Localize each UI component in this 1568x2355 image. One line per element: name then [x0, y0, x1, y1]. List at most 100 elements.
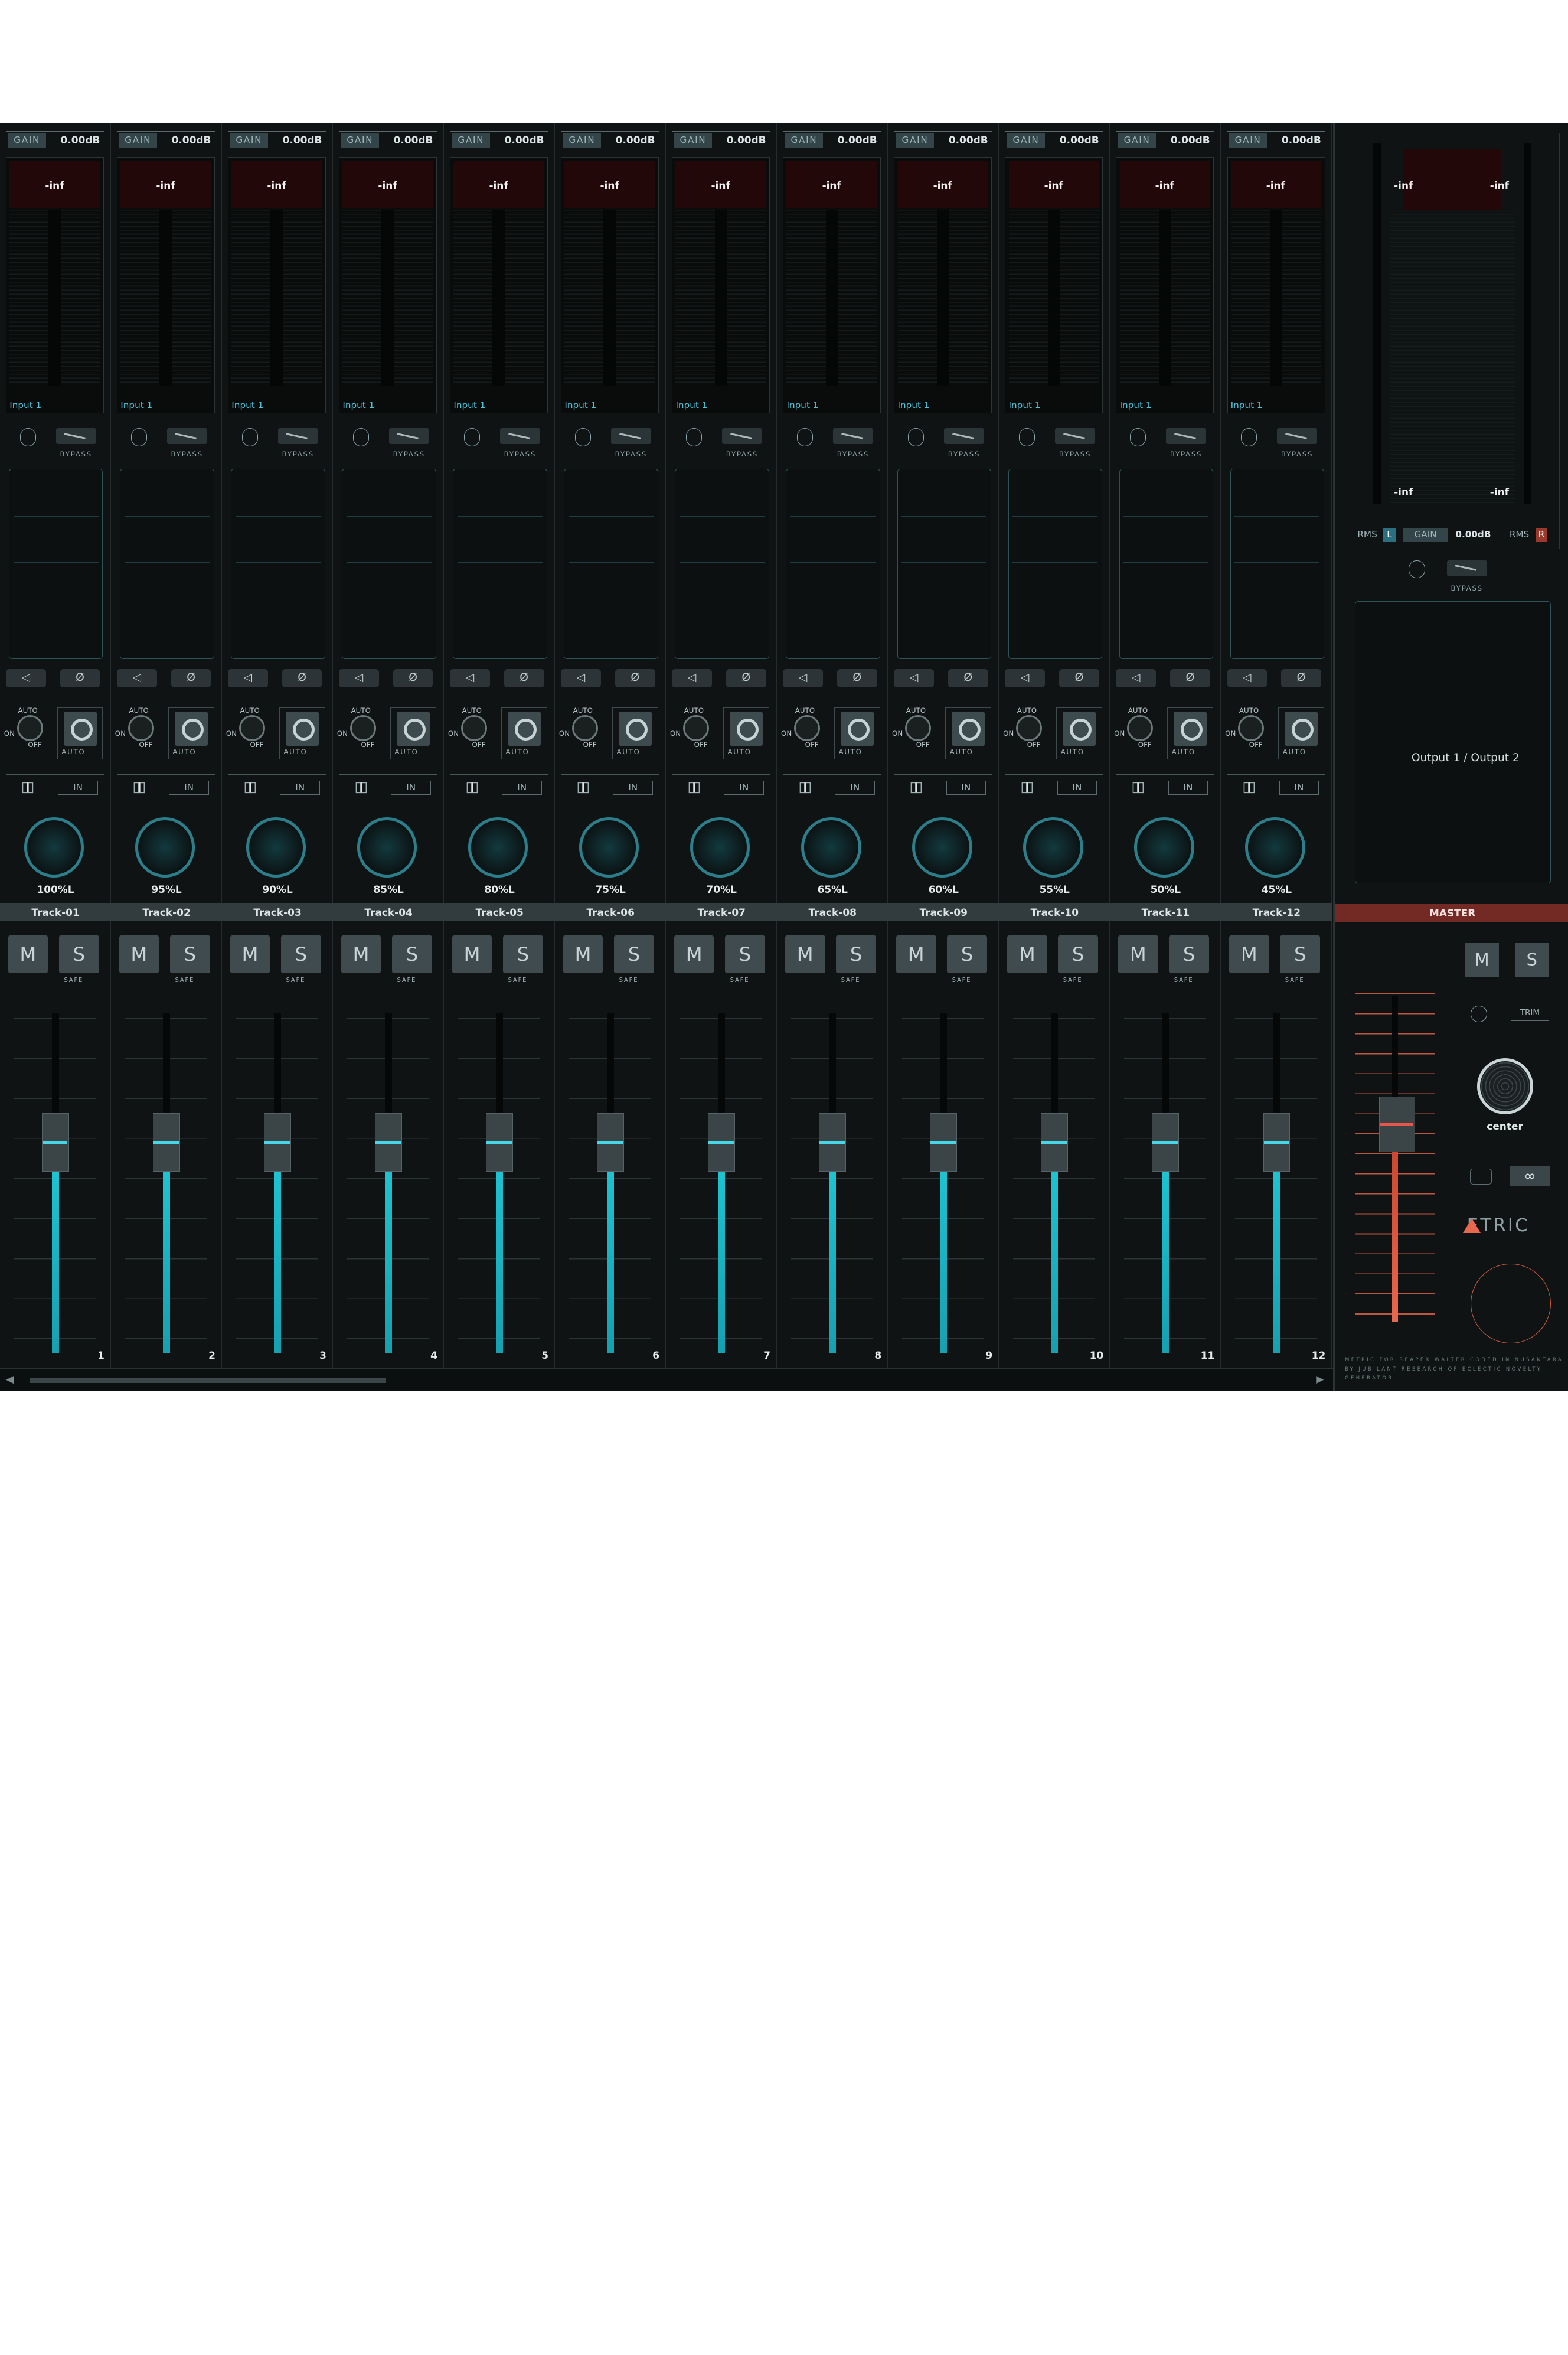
- chip-icon[interactable]: [684, 781, 704, 795]
- trim-button[interactable]: TRIM: [1511, 1006, 1549, 1021]
- bypass-switch[interactable]: [833, 428, 873, 445]
- automation-mode-knob[interactable]: [128, 715, 154, 742]
- phase-invert-icon[interactable]: Ø: [1059, 669, 1099, 687]
- bypass-switch[interactable]: [611, 428, 651, 445]
- track-name[interactable]: Track-05: [444, 903, 556, 922]
- master-pan-knob[interactable]: [1476, 1058, 1533, 1115]
- input-selector[interactable]: Input 1: [9, 400, 41, 410]
- automation-mode-knob[interactable]: [460, 715, 487, 742]
- volume-fader-handle[interactable]: [375, 1113, 402, 1172]
- link-button[interactable]: ∞: [1510, 1166, 1550, 1187]
- pan-knob[interactable]: [24, 817, 84, 878]
- track-name[interactable]: Track-12: [1221, 903, 1332, 922]
- master-rms-l-readout[interactable]: -inf: [1383, 486, 1423, 508]
- record-arm-button[interactable]: [1174, 712, 1207, 746]
- peak-readout[interactable]: -inf: [786, 161, 877, 209]
- pan-knob[interactable]: [912, 817, 972, 878]
- phase-invert-icon[interactable]: Ø: [504, 669, 544, 687]
- fx-toggle-icon[interactable]: [130, 428, 147, 446]
- mute-button[interactable]: M: [119, 935, 159, 974]
- input-selector[interactable]: Input 1: [453, 400, 485, 410]
- automation-mode-knob[interactable]: [17, 715, 43, 742]
- record-arm-button[interactable]: [285, 712, 319, 746]
- bypass-switch[interactable]: [277, 428, 318, 445]
- fx-list[interactable]: [9, 469, 103, 660]
- bypass-switch[interactable]: [55, 428, 96, 445]
- speaker-icon[interactable]: ◁: [228, 669, 268, 687]
- record-arm-button[interactable]: [951, 712, 985, 746]
- horizontal-scrollbar[interactable]: ◀ ▶: [0, 1368, 1334, 1391]
- solo-button[interactable]: S: [281, 935, 321, 974]
- speaker-icon[interactable]: ◁: [894, 669, 935, 687]
- input-selector[interactable]: Input 1: [231, 400, 263, 410]
- chip-icon[interactable]: [351, 781, 371, 795]
- peak-readout[interactable]: -inf: [1230, 161, 1321, 209]
- phase-invert-icon[interactable]: Ø: [615, 669, 655, 687]
- record-arm-button[interactable]: [63, 712, 97, 746]
- fx-list[interactable]: [342, 469, 436, 660]
- automation-mode-knob[interactable]: [1127, 715, 1154, 742]
- phase-invert-icon[interactable]: Ø: [1280, 669, 1321, 687]
- input-monitor-button[interactable]: IN: [613, 781, 654, 795]
- pan-knob[interactable]: [135, 817, 195, 878]
- phase-invert-icon[interactable]: Ø: [948, 669, 988, 687]
- record-arm-button[interactable]: [618, 712, 652, 746]
- mute-button[interactable]: M: [230, 935, 270, 974]
- fx-toggle-icon[interactable]: [241, 428, 259, 446]
- fx-toggle-icon[interactable]: [686, 428, 703, 446]
- fx-toggle-icon[interactable]: [575, 428, 592, 446]
- chip-icon[interactable]: [1128, 781, 1148, 795]
- fx-list[interactable]: [897, 469, 991, 660]
- bypass-switch[interactable]: [388, 428, 429, 445]
- solo-button[interactable]: S: [836, 935, 876, 974]
- input-selector[interactable]: Input 1: [120, 400, 152, 410]
- speaker-icon[interactable]: ◁: [6, 669, 46, 687]
- peak-readout[interactable]: -inf: [231, 161, 322, 209]
- gain-value[interactable]: 0.00dB: [1273, 133, 1321, 148]
- phase-invert-icon[interactable]: Ø: [726, 669, 766, 687]
- solo-button[interactable]: S: [725, 935, 765, 974]
- gain-value[interactable]: 0.00dB: [274, 133, 322, 148]
- track-name[interactable]: Track-04: [333, 903, 445, 922]
- track-name[interactable]: Track-08: [777, 903, 888, 922]
- phase-invert-icon[interactable]: Ø: [60, 669, 100, 687]
- fx-toggle-icon[interactable]: [908, 428, 925, 446]
- track-name[interactable]: Track-07: [666, 903, 778, 922]
- master-rms-r-readout[interactable]: -inf: [1479, 486, 1520, 508]
- input-monitor-button[interactable]: IN: [58, 781, 98, 795]
- record-arm-button[interactable]: [840, 712, 874, 746]
- master-fx-toggle-icon[interactable]: [1409, 560, 1425, 579]
- track-name[interactable]: Track-09: [888, 903, 999, 922]
- peak-readout[interactable]: -inf: [453, 161, 544, 209]
- master-fx-list[interactable]: Output 1 / Output 2: [1354, 601, 1551, 883]
- volume-fader-handle[interactable]: [1152, 1113, 1180, 1172]
- settings-icon[interactable]: [1469, 1168, 1492, 1185]
- gain-value[interactable]: 0.00dB: [829, 133, 877, 148]
- bypass-switch[interactable]: [1277, 428, 1317, 445]
- chip-icon[interactable]: [795, 781, 815, 795]
- pan-knob[interactable]: [690, 817, 750, 878]
- phase-invert-icon[interactable]: Ø: [837, 669, 877, 687]
- fx-toggle-icon[interactable]: [19, 428, 36, 446]
- volume-fader-handle[interactable]: [486, 1113, 513, 1172]
- gain-value[interactable]: 0.00dB: [1162, 133, 1210, 148]
- automation-mode-knob[interactable]: [1016, 715, 1043, 742]
- mute-button[interactable]: M: [1007, 935, 1047, 974]
- input-selector[interactable]: Input 1: [786, 400, 818, 410]
- fx-toggle-icon[interactable]: [352, 428, 370, 446]
- mute-button[interactable]: M: [1118, 935, 1158, 974]
- rms-r-badge[interactable]: R: [1535, 527, 1548, 542]
- chip-icon[interactable]: [1239, 781, 1259, 795]
- input-selector[interactable]: Input 1: [342, 400, 374, 410]
- speaker-icon[interactable]: ◁: [339, 669, 379, 687]
- gain-value[interactable]: 0.00dB: [496, 133, 544, 148]
- record-arm-button[interactable]: [174, 712, 208, 746]
- fx-list[interactable]: [1230, 469, 1324, 660]
- phase-invert-icon[interactable]: Ø: [171, 669, 211, 687]
- solo-button[interactable]: S: [392, 935, 432, 974]
- bypass-switch[interactable]: [722, 428, 762, 445]
- input-selector[interactable]: Input 1: [1009, 400, 1041, 410]
- solo-button[interactable]: S: [169, 935, 210, 974]
- pan-knob[interactable]: [246, 817, 306, 878]
- record-arm-button[interactable]: [1063, 712, 1096, 746]
